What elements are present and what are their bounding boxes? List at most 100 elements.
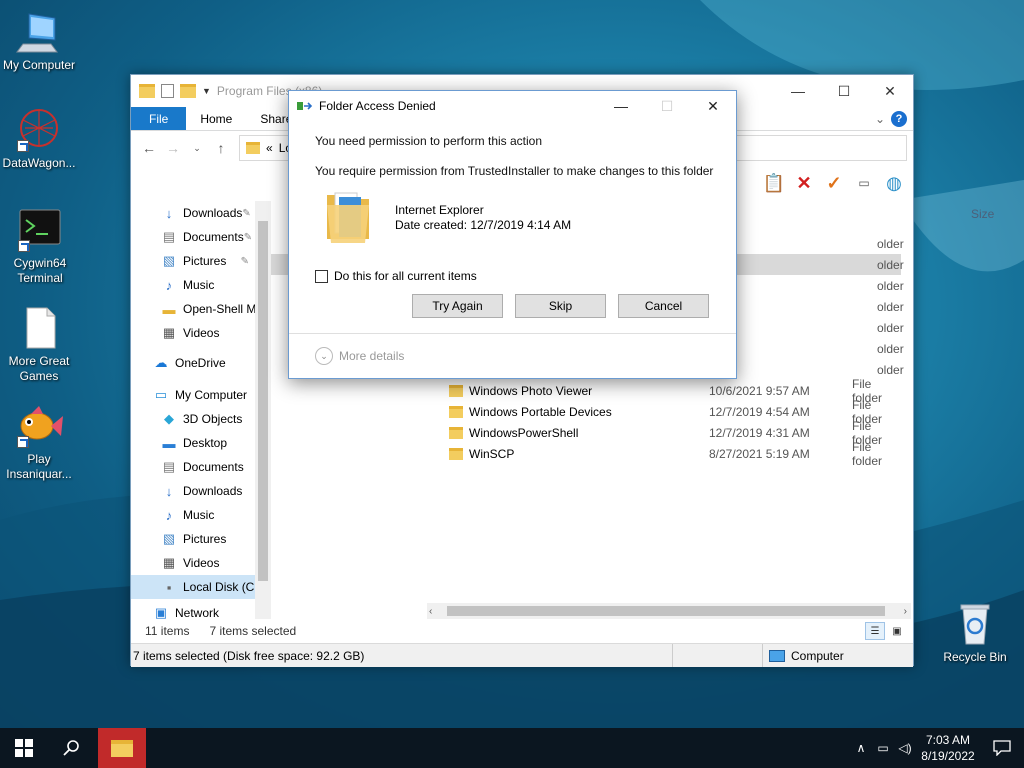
sidebar-item-videos[interactable]: ▦ Videos — [131, 551, 255, 575]
delete-icon[interactable]: ✕ — [793, 172, 815, 194]
file-name: Windows Photo Viewer — [469, 383, 593, 398]
desktop-icon-recycle-bin[interactable]: Recycle Bin — [933, 602, 1017, 665]
details-view-icon[interactable]: ☰ — [865, 622, 885, 640]
apply-all-label[interactable]: Do this for all current items — [334, 269, 477, 283]
dialog-titlebar[interactable]: Folder Access Denied — ☐ ✕ — [289, 91, 736, 121]
sidebar-item-pictures[interactable]: ▧ Pictures ✎ — [131, 249, 255, 273]
sidebar-item-music[interactable]: ♪ Music — [131, 503, 255, 527]
desktop-icon-insaniquarium[interactable]: Play Insaniquar... — [0, 404, 81, 482]
document-icon: ▤ — [162, 229, 176, 244]
column-size[interactable]: Size — [971, 207, 994, 221]
computer-icon — [15, 10, 63, 54]
table-row[interactable]: Windows Photo Viewer 10/6/2021 9:57 AM Fil… — [271, 377, 901, 405]
sidebar-item-3d-objects[interactable]: ◆ 3D Objects — [131, 407, 255, 431]
pin-icon[interactable]: ✎ — [242, 208, 250, 219]
sidebar-item-local-disk-c[interactable]: ▪ Local Disk (C:) — [131, 575, 262, 599]
tab-file[interactable]: File — [131, 107, 187, 130]
sidebar-item-pictures[interactable]: ▧ Pictures — [131, 527, 255, 551]
cancel-button[interactable]: Cancel — [618, 294, 709, 318]
checkmark-icon[interactable]: ✓ — [823, 172, 845, 194]
sidebar-item-documents[interactable]: ▤ Documents ✎ — [131, 225, 255, 249]
try-again-button[interactable]: Try Again — [412, 294, 503, 318]
clipboard-icon[interactable]: 📋 — [763, 172, 785, 194]
maximize-button: ☐ — [660, 97, 674, 114]
scroll-left-icon[interactable]: ‹ — [429, 606, 432, 617]
tab-home[interactable]: Home — [186, 107, 246, 130]
clock[interactable]: 7:03 AM 8/19/2022 — [916, 732, 980, 764]
back-arrow-icon[interactable]: ← — [137, 140, 161, 156]
file-type: older — [877, 278, 904, 293]
skip-button[interactable]: Skip — [515, 294, 606, 318]
pin-icon[interactable]: ✎ — [244, 232, 252, 243]
folder-icon — [246, 142, 260, 154]
maximize-button[interactable]: ☐ — [821, 75, 867, 107]
computer-icon — [769, 649, 785, 662]
large-icons-view-icon[interactable]: ▣ — [887, 622, 907, 640]
folder-icon — [449, 384, 463, 397]
sidebar-item-downloads[interactable]: ↓ Downloads — [131, 479, 255, 503]
up-arrow-icon[interactable]: ↑ — [209, 140, 233, 156]
folder-icon — [449, 426, 463, 439]
minimize-button[interactable]: — — [598, 91, 644, 121]
chevron-down-icon[interactable]: ▼ — [202, 86, 211, 96]
close-button[interactable]: ✕ — [867, 75, 913, 107]
search-button[interactable] — [48, 728, 96, 768]
volume-icon[interactable]: ◁) — [894, 741, 916, 755]
new-folder-icon[interactable] — [180, 84, 196, 98]
sidebar-item-music[interactable]: ♪ Music — [131, 273, 255, 297]
sidebar-item-downloads[interactable]: ↓ Downloads ✎ — [131, 201, 255, 225]
download-arrow-icon: ↓ — [165, 205, 173, 221]
sidebar-item-network[interactable]: ▣ Network — [131, 601, 255, 619]
more-details-toggle[interactable]: ⌄ More details — [315, 347, 404, 365]
pin-icon[interactable]: ✎ — [241, 256, 249, 267]
properties-icon[interactable] — [161, 84, 174, 98]
sidebar-item-videos[interactable]: ▦ Videos — [131, 321, 255, 345]
apply-all-checkbox[interactable] — [315, 269, 328, 283]
scroll-right-icon[interactable]: › — [904, 606, 907, 617]
desktop-icon-my-computer[interactable]: My Computer — [0, 10, 81, 73]
file-operation-icon — [297, 100, 313, 112]
sidebar-item-desktop[interactable]: ▬ Desktop — [131, 431, 255, 455]
chevron-up-icon[interactable]: ∧ — [850, 741, 872, 755]
sidebar-item-label: Videos — [183, 326, 220, 340]
apply-all-checkbox-row[interactable]: Do this for all current items — [315, 269, 477, 283]
minimize-button[interactable]: — — [775, 75, 821, 107]
recent-chevron-icon[interactable]: ⌄ — [185, 143, 209, 154]
rename-icon[interactable]: ▭ — [853, 172, 875, 194]
file-type: older — [877, 341, 904, 356]
start-button[interactable] — [0, 728, 48, 768]
close-button[interactable]: ✕ — [690, 91, 736, 121]
globe-icon[interactable]: ◍ — [883, 172, 905, 194]
help-icon[interactable]: ? — [891, 110, 907, 127]
shortcut-arrow-icon — [18, 240, 30, 252]
sidebar-item-onedrive[interactable]: ☁ OneDrive — [131, 351, 255, 375]
chevron-down-icon[interactable]: ⌄ — [875, 112, 885, 126]
selected-count: 7 items selected — [209, 624, 297, 638]
table-row[interactable]: WinSCP 8/27/2021 5:19 AM File folder — [271, 440, 901, 468]
sidebar-item-my-computer[interactable]: ▭ My Computer — [131, 383, 255, 407]
scroll-thumb[interactable] — [258, 221, 268, 581]
desktop-icon-cygwin[interactable]: Cygwin64 Terminal — [0, 208, 83, 286]
notification-button[interactable] — [980, 740, 1024, 756]
sidebar-item-open-shell-mod[interactable]: ▬ Open-Shell Mod — [131, 297, 270, 321]
table-row[interactable]: WindowsPowerShell 12/7/2019 4:31 AM File f… — [271, 419, 901, 447]
horizontal-scrollbar[interactable]: ‹ › — [427, 603, 911, 619]
nav-scrollbar[interactable] — [255, 201, 271, 619]
navigation-pane[interactable]: ↓ Downloads ✎ ▤ Documents ✎ ▧ Pictures ✎ ♪ Music ▬ O… — [131, 201, 271, 619]
recycle-bin-icon — [951, 602, 999, 646]
sidebar-item-documents[interactable]: ▤ Documents — [131, 455, 255, 479]
text-file-icon — [15, 306, 63, 350]
desktop-icon-more-games[interactable]: More Great Games — [0, 306, 81, 384]
file-date: 12/7/2019 4:54 AM — [709, 404, 810, 419]
folder-access-denied-dialog[interactable]: Folder Access Denied — ☐ ✕ You need perm… — [288, 90, 737, 379]
taskbar-file-explorer[interactable] — [98, 728, 146, 768]
breadcrumb-overflow[interactable]: « — [266, 141, 273, 155]
scroll-thumb[interactable] — [447, 606, 885, 616]
network-icon[interactable]: ▭ — [872, 741, 894, 755]
more-details-label[interactable]: More details — [339, 349, 404, 363]
sidebar-item-label: Desktop — [183, 436, 228, 450]
chevron-down-icon[interactable]: ⌄ — [315, 347, 333, 365]
forward-arrow-icon[interactable]: → — [161, 140, 185, 156]
table-row[interactable]: Windows Portable Devices 12/7/2019 4:54 A… — [271, 398, 901, 426]
desktop-icon-datawagon[interactable]: DataWagon... — [0, 108, 81, 171]
